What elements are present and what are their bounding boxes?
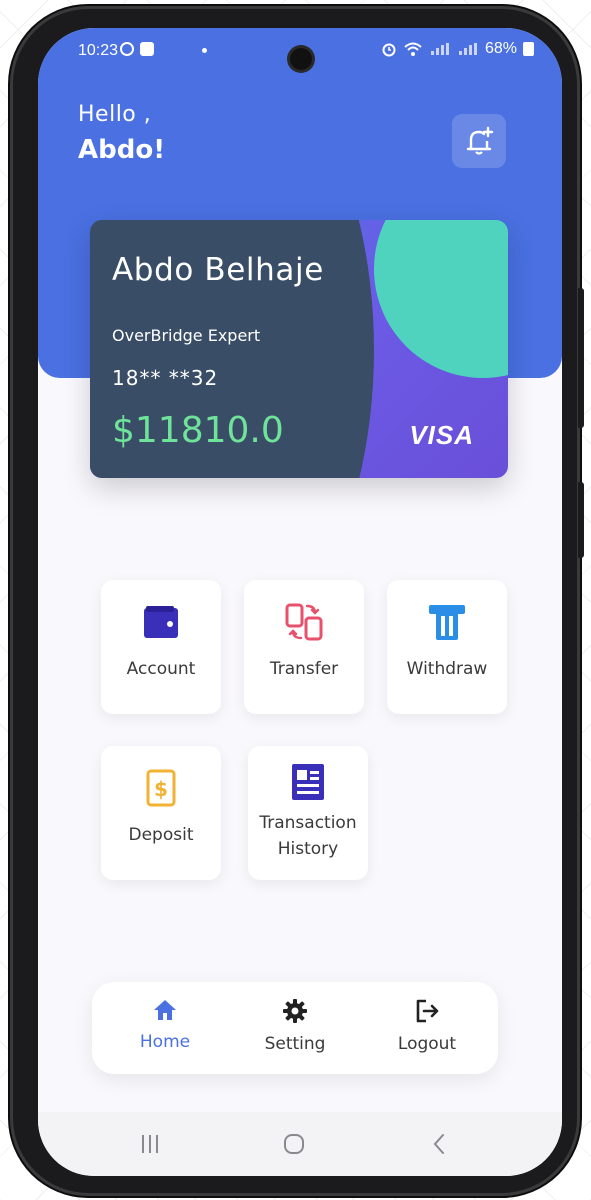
phone-frame: 10:23 68% Hello , Abdo! Abdo Belhaje Ove…: [10, 6, 584, 1196]
logout-icon: [416, 999, 439, 1023]
card-number: 18** **32: [112, 366, 219, 390]
home-icon: [154, 1000, 176, 1020]
nav-logout[interactable]: Logout: [372, 998, 482, 1054]
tile-label: Transaction History: [259, 810, 356, 862]
svg-text:$: $: [154, 777, 168, 801]
dollar-deposit-icon: $: [146, 769, 176, 807]
system-navigation-bar: [38, 1112, 562, 1176]
battery-icon: [523, 42, 534, 56]
alarm-icon: [382, 43, 396, 57]
wallet-icon: [144, 606, 178, 638]
user-name: Abdo!: [78, 135, 166, 165]
withdraw-tile[interactable]: Withdraw: [387, 580, 507, 714]
deposit-tile[interactable]: $ Deposit: [101, 746, 221, 880]
checkbox-notification-icon: [140, 42, 154, 56]
volume-button: [578, 288, 584, 428]
bottom-navigation: Home Setting Logout: [92, 982, 498, 1074]
account-tile[interactable]: Account: [101, 580, 221, 714]
tile-label-line1: Transaction: [259, 813, 357, 833]
power-button: [578, 482, 584, 558]
back-icon[interactable]: [428, 1132, 452, 1156]
notification-button[interactable]: [452, 114, 506, 168]
transaction-history-tile[interactable]: Transaction History: [248, 746, 368, 880]
transfer-icon: [285, 603, 323, 641]
atm-withdraw-icon: [429, 605, 465, 640]
signal-icon: [429, 43, 451, 55]
greeting-block: Hello , Abdo!: [78, 102, 165, 165]
notification-icons: [120, 42, 154, 56]
tile-label: Deposit: [128, 825, 194, 845]
whatsapp-icon: [120, 42, 134, 56]
wifi-icon: [404, 42, 422, 56]
signal-icon: [457, 43, 479, 55]
nav-setting[interactable]: Setting: [240, 998, 350, 1054]
tile-label: Account: [126, 659, 196, 679]
status-right: 68%: [381, 40, 534, 58]
home-system-icon[interactable]: [282, 1132, 306, 1156]
app-screen: 10:23 68% Hello , Abdo! Abdo Belhaje Ove…: [38, 28, 562, 1176]
tile-label: Transfer: [269, 659, 339, 679]
bank-card[interactable]: Abdo Belhaje OverBridge Expert 18** **32…: [90, 220, 508, 478]
card-brand-logo: VISA: [409, 420, 474, 450]
transfer-tile[interactable]: Transfer: [244, 580, 364, 714]
nav-label: Setting: [264, 1034, 326, 1054]
greeting-text: Hello ,: [78, 102, 152, 127]
card-holder-name: Abdo Belhaje: [112, 252, 324, 288]
card-decoration-circle: [374, 220, 508, 378]
nav-label: Home: [139, 1032, 191, 1052]
front-camera: [290, 48, 312, 70]
notification-dot-icon: [202, 48, 207, 53]
tile-label: Withdraw: [406, 659, 488, 679]
tile-label-line2: History: [277, 839, 339, 859]
document-list-icon: [292, 764, 324, 800]
status-time: 10:23: [78, 42, 119, 59]
recent-apps-icon[interactable]: [138, 1132, 162, 1156]
card-balance: $11810.0: [112, 410, 284, 451]
nav-home[interactable]: Home: [110, 998, 220, 1052]
bell-plus-icon: [466, 126, 494, 155]
nav-label: Logout: [397, 1034, 457, 1054]
gear-icon: [283, 999, 307, 1023]
status-bar: 10:23 68%: [38, 28, 562, 72]
card-holder-role: OverBridge Expert: [112, 326, 261, 345]
battery-percent: 68%: [484, 40, 517, 57]
